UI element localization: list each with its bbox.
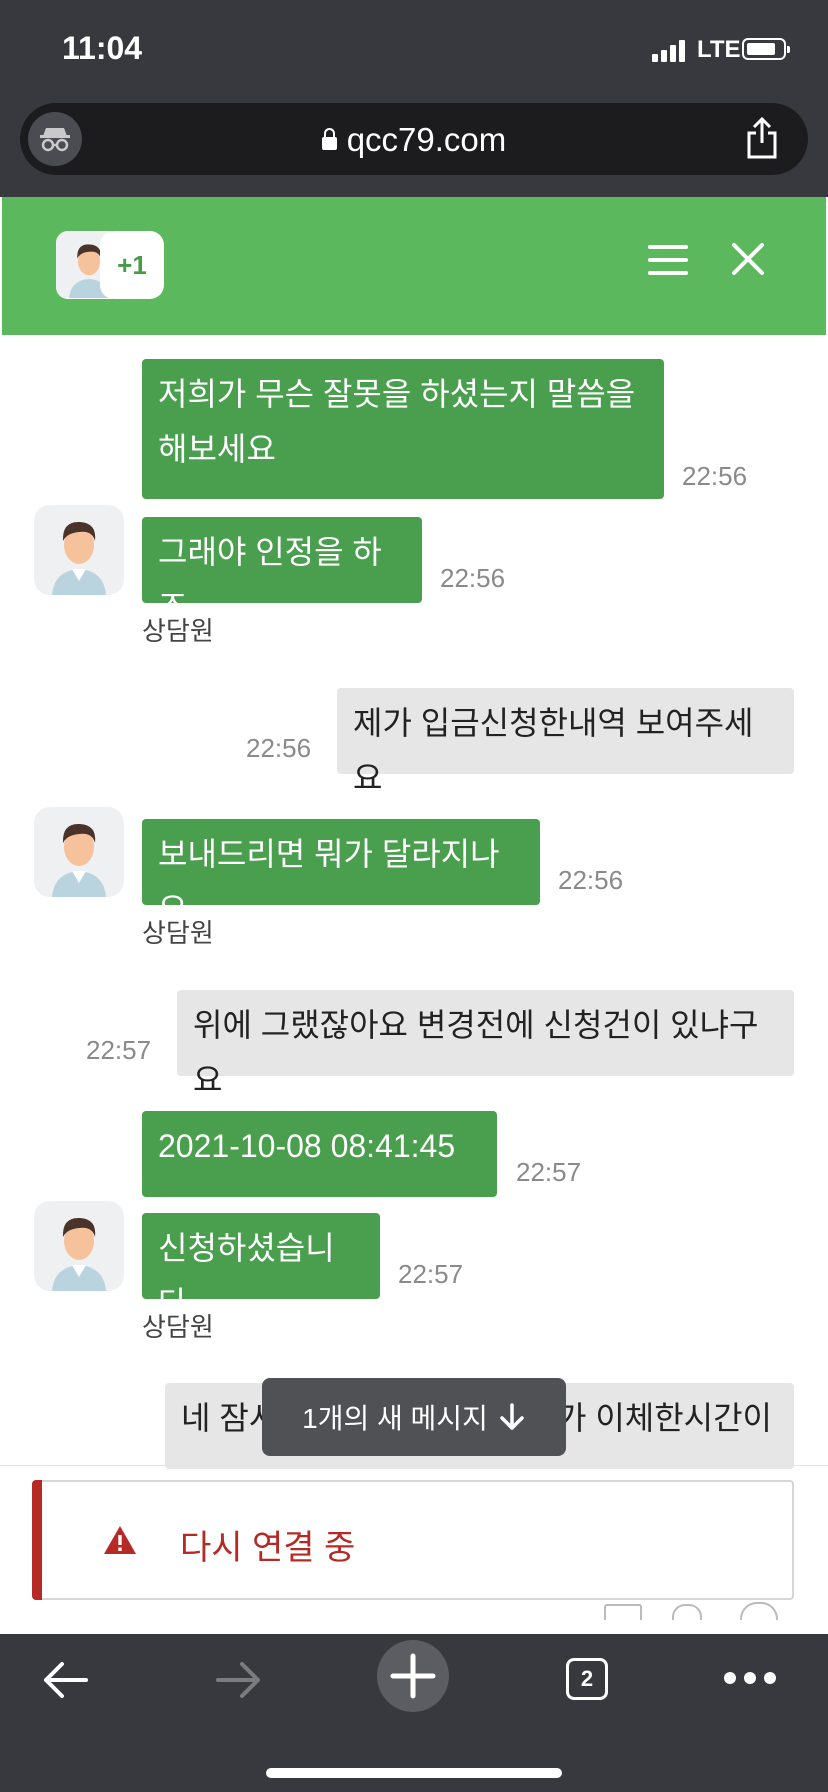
message-time: 22:57 — [516, 1157, 582, 1187]
message-time: 22:56 — [682, 461, 748, 491]
url-value: qcc79.com — [346, 121, 507, 158]
sender-name: 상담원 — [142, 918, 214, 948]
more-icon[interactable] — [722, 1670, 778, 1686]
tabs-button[interactable]: 2 — [566, 1658, 608, 1700]
message-text: 가 이체한시간이 — [557, 1400, 772, 1436]
agent-message: 그래야 인정을 하죠 — [142, 517, 422, 625]
reconnecting-text: 다시 연결 중 — [180, 1529, 356, 1567]
status-bar: 11:04 LTE — [0, 0, 828, 96]
message-time: 22:57 — [398, 1259, 464, 1289]
message-text: 저희가 무슨 잘못을 하셨는지 말씀을 — [158, 376, 636, 412]
url-text[interactable]: qcc79.com — [20, 121, 808, 159]
signal-icon — [652, 38, 685, 62]
user-message: 위에 그랬잖아요 변경전에 신청건이 있냐구요 — [177, 990, 794, 1098]
plus-icon — [390, 1653, 436, 1699]
error-accent — [32, 1480, 42, 1600]
message-list[interactable]: 저희가 무슨 잘못을 하셨는지 말씀을 해보세요 22:56 그래야 인정을 하… — [0, 335, 828, 1495]
message-text: 해보세요 — [158, 431, 276, 467]
composer-divider — [0, 1465, 828, 1466]
menu-icon[interactable] — [648, 245, 688, 275]
sender-name: 상담원 — [142, 616, 214, 646]
close-icon[interactable] — [730, 241, 766, 277]
message-time: 22:56 — [558, 865, 624, 895]
agent-message: 신청하셨습니다 — [142, 1213, 380, 1321]
lock-icon — [321, 128, 337, 150]
arrow-down-icon — [500, 1403, 524, 1430]
agent-avatar — [34, 807, 124, 897]
sender-name: 상담원 — [142, 1312, 214, 1342]
home-indicator — [266, 1768, 562, 1778]
clock: 11:04 — [62, 30, 143, 66]
new-message-button[interactable]: 1개의 새 메시지 — [262, 1378, 566, 1456]
user-message: 제가 입금신청한내역 보여주세요 — [337, 688, 794, 796]
address-bar[interactable]: qcc79.com — [20, 103, 808, 175]
agent-avatar — [34, 1201, 124, 1291]
agent-message: 보내드리면 뭐가 달라지나요 — [142, 819, 540, 927]
back-icon[interactable] — [40, 1658, 90, 1702]
composer-icons[interactable] — [600, 1600, 780, 1620]
new-tab-button[interactable] — [377, 1640, 449, 1712]
forward-icon[interactable] — [214, 1658, 264, 1702]
new-message-label: 1개의 새 메시지 — [302, 1403, 488, 1434]
share-icon[interactable] — [744, 116, 780, 164]
participants-group[interactable]: +1 — [56, 231, 164, 299]
message-time: 22:56 — [440, 563, 506, 593]
reconnecting-notice: 다시 연결 중 — [32, 1480, 794, 1600]
agent-avatar — [34, 505, 124, 595]
message-time: 22:57 — [86, 1035, 152, 1065]
warning-icon — [104, 1526, 136, 1554]
chat-header: +1 — [2, 197, 826, 335]
battery-icon — [742, 38, 790, 60]
message-time: 22:56 — [246, 733, 312, 763]
browser-toolbar: 2 — [0, 1634, 828, 1792]
network-label: LTE — [697, 36, 741, 63]
agent-message: 저희가 무슨 잘못을 하셨는지 말씀을 해보세요 — [142, 359, 664, 499]
agent-message: 2021-10-08 08:41:45 — [142, 1111, 497, 1197]
participants-count: +1 — [100, 231, 164, 299]
